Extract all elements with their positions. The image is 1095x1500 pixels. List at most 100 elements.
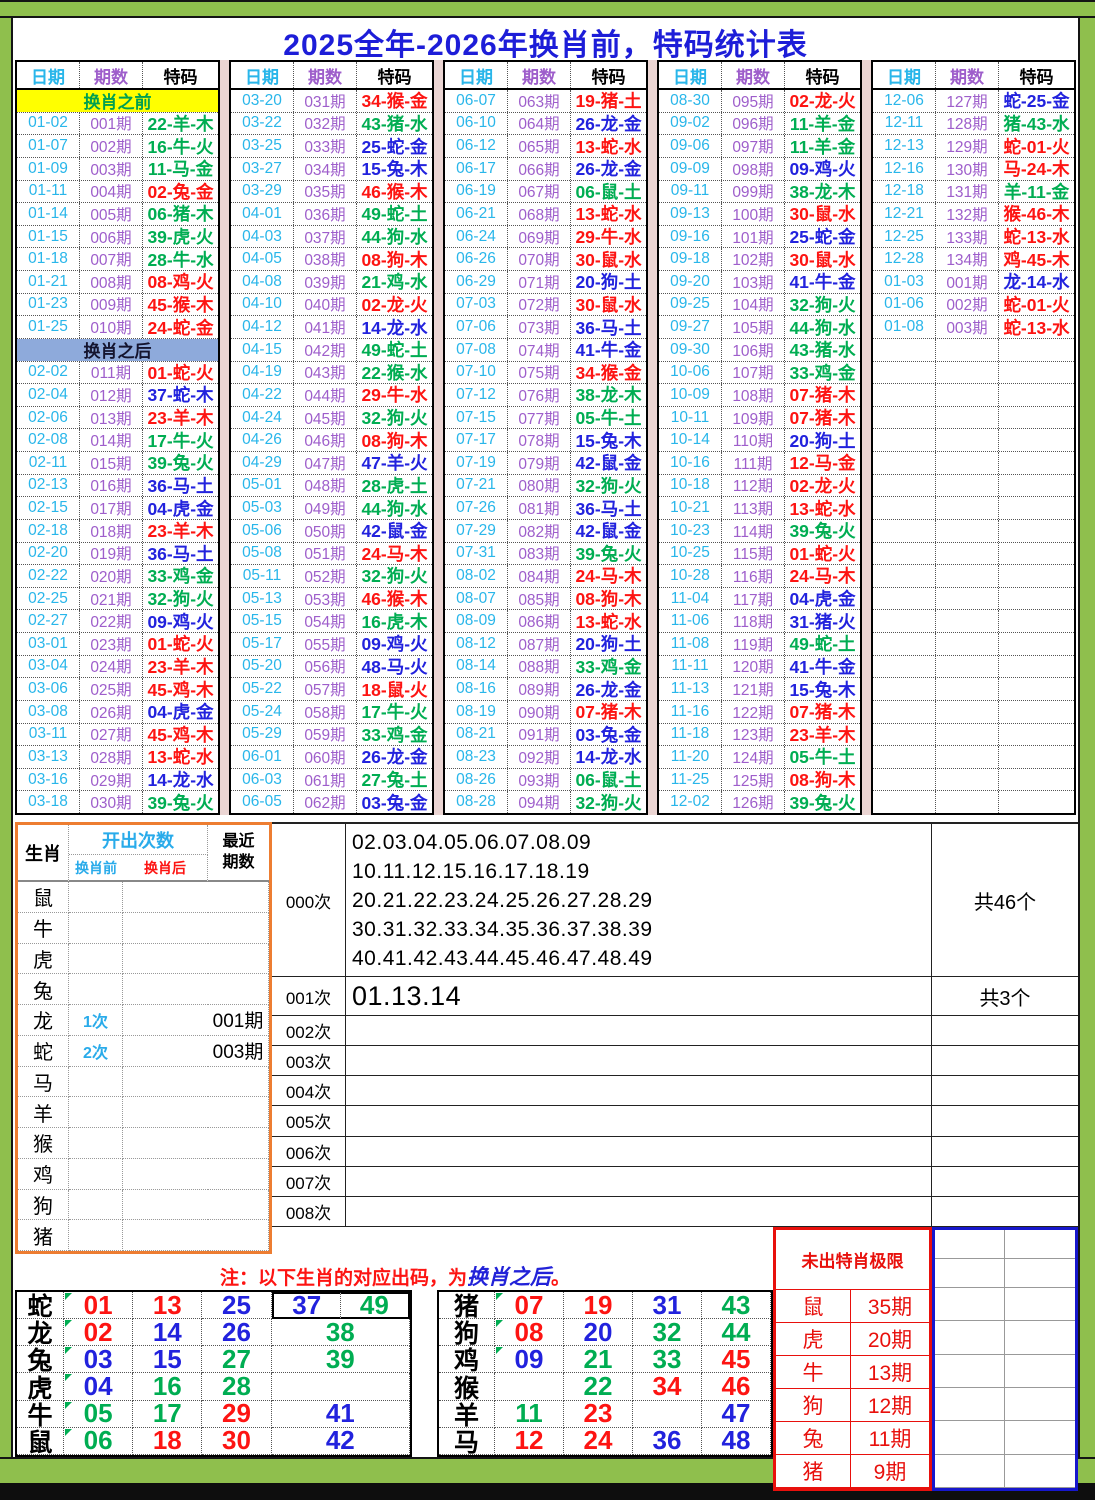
period-cell: 111期 <box>722 452 785 474</box>
date-cell: 10-18 <box>659 475 722 497</box>
date-cell: 09-20 <box>659 271 722 293</box>
lottery-row: 07-08074期41-牛-金 <box>445 339 646 362</box>
empty-grid-cell <box>1005 1455 1075 1488</box>
number-cell: 43 <box>702 1292 771 1319</box>
code-cell <box>999 565 1074 587</box>
period-cell: 028期 <box>80 746 143 768</box>
zodiac-name: 羊 <box>18 1097 69 1128</box>
period-cell: 045期 <box>294 407 357 429</box>
zodiac-name: 龙 <box>18 1005 69 1036</box>
date-cell: 02-02 <box>17 362 80 384</box>
lottery-row: 05-06050期42-鼠-金 <box>231 520 432 543</box>
date-cell: 08-28 <box>445 791 508 813</box>
lottery-row: 09-30106期43-猪-水 <box>659 339 860 362</box>
recent-period-header: 最近 期数 <box>208 825 269 882</box>
bottom-left-table: 蛇0113253749龙02142638兔03152739虎041628牛051… <box>15 1290 412 1457</box>
code-cell: 43-猪-水 <box>785 339 860 361</box>
period-cell: 083期 <box>508 543 571 565</box>
period-cell: 043期 <box>294 362 357 384</box>
date-cell: 06-10 <box>445 113 508 135</box>
recent-period-value: 003期 <box>208 1036 269 1067</box>
code-cell: 30-鼠-水 <box>785 248 860 270</box>
period-cell: 012期 <box>80 384 143 406</box>
note-prefix: 注：以下生肖的对应出码，为 <box>220 1268 467 1289</box>
period-cell: 059期 <box>294 724 357 746</box>
number-cell: 13 <box>133 1292 202 1319</box>
count-row: 002次 <box>272 1016 1078 1046</box>
period-cell: 101期 <box>722 226 785 248</box>
date-cell: 06-24 <box>445 226 508 248</box>
date-cell: 04-01 <box>231 203 294 225</box>
empty-row <box>873 407 1074 430</box>
lottery-row: 07-17078期15-兔-木 <box>445 429 646 452</box>
date-cell: 07-12 <box>445 384 508 406</box>
lottery-row: 01-14005期06-猪-木 <box>17 203 218 226</box>
period-cell: 106期 <box>722 339 785 361</box>
code-cell: 07-猪-木 <box>785 384 860 406</box>
period-cell: 023期 <box>80 633 143 655</box>
count-label: 007次 <box>272 1167 346 1196</box>
period-cell: 126期 <box>722 791 785 813</box>
code-cell: 14-龙-水 <box>143 769 218 791</box>
code-cell: 49-蛇-土 <box>357 339 432 361</box>
code-cell <box>999 724 1074 746</box>
code-cell: 24-马-木 <box>785 565 860 587</box>
number-cell: 32 <box>633 1319 702 1346</box>
count-total <box>932 1046 1078 1075</box>
count-label: 003次 <box>272 1046 346 1075</box>
date-cell: 12-16 <box>873 158 936 180</box>
numbers-line: 40.41.42.43.44.45.46.47.48.49 <box>352 944 931 973</box>
period-cell: 062期 <box>294 791 357 813</box>
date-cell <box>873 339 936 361</box>
code-cell: 24-蛇-金 <box>143 316 218 338</box>
date-header: 日期 <box>445 62 508 88</box>
code-cell: 06-鼠-土 <box>571 181 646 203</box>
date-cell <box>873 588 936 610</box>
date-cell: 10-09 <box>659 384 722 406</box>
code-cell: 33-鸡-金 <box>571 656 646 678</box>
code-cell: 蛇-01-火 <box>999 294 1074 316</box>
lottery-row: 10-06107期33-鸡-金 <box>659 362 860 385</box>
date-cell: 08-26 <box>445 769 508 791</box>
period-cell: 032期 <box>294 113 357 135</box>
date-cell: 07-26 <box>445 497 508 519</box>
count-total <box>932 1016 1078 1045</box>
count-numbers <box>346 1106 932 1135</box>
period-cell: 077期 <box>508 407 571 429</box>
date-cell: 03-16 <box>17 769 80 791</box>
code-cell: 07-猪-木 <box>785 701 860 723</box>
number-cell: 01 <box>64 1292 133 1319</box>
date-cell: 02-18 <box>17 520 80 542</box>
period-cell: 041期 <box>294 316 357 338</box>
empty-row <box>873 475 1074 498</box>
code-cell: 马-24-木 <box>999 158 1074 180</box>
number-cell: 45 <box>702 1346 771 1373</box>
period-cell: 020期 <box>80 565 143 587</box>
code-cell: 30-鼠-水 <box>571 294 646 316</box>
lottery-row: 08-12087期20-狗-土 <box>445 633 646 656</box>
period-cell: 060期 <box>294 746 357 768</box>
period-cell: 118期 <box>722 610 785 632</box>
period-cell: 071期 <box>508 271 571 293</box>
period-cell: 017期 <box>80 497 143 519</box>
lottery-table: 日期期数特码03-20031期34-猴-金03-22032期43-猪-水03-2… <box>229 60 434 815</box>
count-row: 008次 <box>272 1197 1078 1227</box>
zodiac-column-header: 生肖 <box>18 825 69 882</box>
date-cell: 11-18 <box>659 724 722 746</box>
lottery-row: 07-03072期30-鼠-水 <box>445 294 646 317</box>
period-header: 期数 <box>936 62 999 88</box>
code-cell: 42-鼠-金 <box>357 520 432 542</box>
lottery-row: 12-18131期羊-11-金 <box>873 181 1074 204</box>
number-cell: 17 <box>133 1401 202 1428</box>
lottery-row: 03-20031期34-猴-金 <box>231 90 432 113</box>
lottery-row: 08-02084期24-马-木 <box>445 565 646 588</box>
period-cell: 022期 <box>80 610 143 632</box>
date-cell: 04-10 <box>231 294 294 316</box>
date-cell: 11-04 <box>659 588 722 610</box>
empty-row <box>873 565 1074 588</box>
code-cell: 36-马-土 <box>143 475 218 497</box>
date-cell <box>873 452 936 474</box>
number-cell: 18 <box>133 1428 202 1455</box>
recent-period-value <box>208 1190 269 1221</box>
date-cell: 01-06 <box>873 294 936 316</box>
